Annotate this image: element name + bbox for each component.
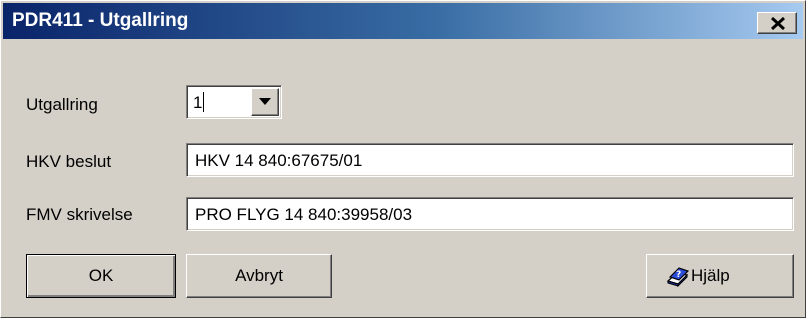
utgallring-combobox[interactable]: 1 [186,85,282,119]
hkv-beslut-field[interactable]: HKV 14 840:67675/01 [186,143,794,177]
close-button[interactable] [757,12,797,34]
chevron-down-icon [259,98,271,105]
fmv-skrivelse-value: PRO FLYG 14 840:39958/03 [195,205,413,224]
cancel-button-label: Avbryt [235,266,283,285]
ok-button-label: OK [88,266,114,285]
cancel-button[interactable]: Avbryt [186,254,332,298]
help-button[interactable]: ? Hjälp [646,254,794,298]
svg-text:?: ? [676,270,681,280]
utgallring-dropdown-button[interactable] [251,88,279,116]
hkv-beslut-label: HKV beslut [26,152,112,171]
help-book-icon: ? [666,267,689,287]
close-icon [771,17,785,30]
window-title: PDR411 - Utgallring [12,10,189,31]
text-caret [203,92,204,112]
ok-button[interactable]: OK [26,254,176,298]
fmv-skrivelse-field[interactable]: PRO FLYG 14 840:39958/03 [186,197,794,231]
fmv-skrivelse-label: FMV skrivelse [26,205,133,224]
title-bar[interactable]: PDR411 - Utgallring [3,3,803,39]
dialog-window: PDR411 - Utgallring Utgallring 1 HKV bes… [0,0,806,318]
utgallring-value: 1 [193,93,203,112]
utgallring-label: Utgallring [26,95,98,114]
help-button-label: Hjälp [691,266,730,285]
hkv-beslut-value: HKV 14 840:67675/01 [195,151,363,170]
